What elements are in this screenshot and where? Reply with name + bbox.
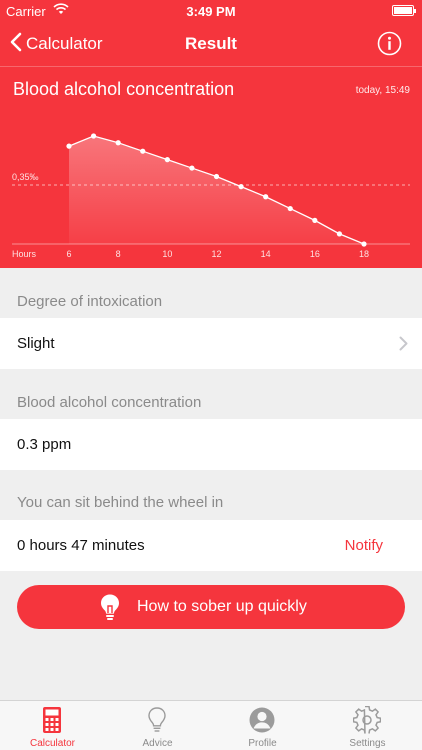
clock: 3:49 PM: [186, 4, 236, 19]
status-bar: Carrier 3:49 PM: [0, 0, 422, 22]
page-title: Result: [185, 34, 237, 53]
tab-profile-label: Profile: [248, 738, 277, 749]
bac-point-4: [164, 157, 170, 163]
gear-icon: [352, 705, 382, 739]
concentration-row: 0.3 ppm: [0, 419, 422, 470]
sober-up-button[interactable]: How to sober up quickly: [17, 585, 405, 629]
bac-point-11: [336, 231, 343, 237]
driving-header: You can sit behind the wheel in: [17, 494, 224, 511]
driving-row: 0 hours 47 minutes Notify: [0, 520, 422, 571]
bac-point-10: [312, 217, 318, 223]
tab-settings[interactable]: Settings: [315, 701, 420, 750]
intoxication-row[interactable]: Slight: [0, 318, 422, 369]
x-tick-label-6: 6: [66, 249, 71, 259]
tab-settings-label: Settings: [349, 738, 386, 749]
concentration-header: Blood alcohol concentration: [17, 394, 202, 411]
chevron-right-icon: [399, 336, 408, 356]
bac-point-8: [263, 194, 269, 200]
tab-bar: Calculator Advice Profile Settings: [0, 700, 422, 750]
bac-point-9: [287, 205, 293, 212]
x-tick-label-8: 8: [116, 249, 121, 259]
sober-up-button-label: How to sober up quickly: [137, 598, 307, 615]
threshold-label: 0,35‰: [12, 172, 39, 182]
calculator-icon: [41, 706, 63, 739]
x-tick-label-16: 16: [310, 249, 320, 259]
bac-point-3: [140, 148, 146, 154]
battery-icon: [392, 5, 416, 16]
tab-calculator-label: Calculator: [29, 738, 76, 749]
x-tick-label-14: 14: [261, 249, 271, 259]
x-tick-label-18: 18: [359, 249, 369, 259]
intoxication-header: Degree of intoxication: [17, 293, 163, 310]
bac-point-2: [115, 140, 121, 146]
tab-advice[interactable]: Advice: [105, 701, 210, 750]
header-divider: [0, 66, 422, 67]
bac-area: [69, 136, 364, 244]
notify-button[interactable]: Notify: [345, 537, 383, 554]
lightbulb-icon: [99, 593, 121, 626]
bac-point-6: [213, 173, 220, 180]
lightbulb-icon: [146, 706, 168, 739]
bac-point-5: [189, 165, 195, 171]
chart-timestamp: today, 15:49: [355, 85, 410, 96]
tab-advice-label: Advice: [142, 738, 173, 749]
bac-point-1: [90, 133, 97, 139]
tab-profile[interactable]: Profile: [210, 701, 315, 750]
navigation-bar: Calculator Result: [0, 22, 422, 66]
chart-title: Blood alcohol concentration: [13, 79, 235, 99]
tab-calculator[interactable]: Calculator: [0, 701, 105, 750]
profile-icon: [249, 706, 275, 739]
bac-point-0: [66, 143, 72, 149]
intoxication-value: Slight: [17, 335, 55, 352]
x-tick-label-10: 10: [162, 249, 172, 259]
x-tick-label-12: 12: [211, 249, 221, 259]
x-axis-label: Hours: [12, 249, 37, 259]
info-button[interactable]: [377, 31, 402, 56]
driving-time-value: 0 hours 47 minutes: [17, 537, 145, 554]
bac-chart: 0,35‰ Hours 6 8 10 12 14 16 18: [12, 133, 410, 259]
info-icon: [377, 31, 402, 60]
concentration-value: 0.3 ppm: [17, 436, 72, 453]
